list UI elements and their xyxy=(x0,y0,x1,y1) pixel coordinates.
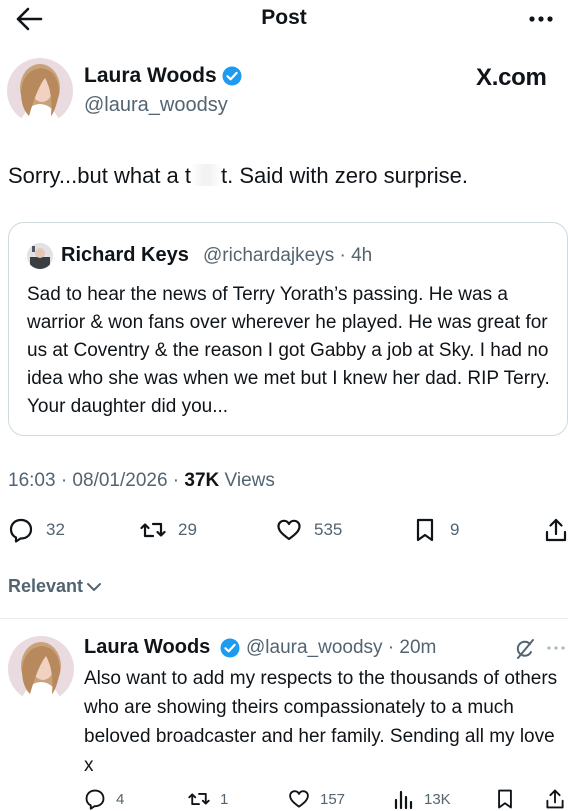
repost-button[interactable]: 29 xyxy=(140,517,197,543)
share-icon xyxy=(544,517,568,543)
like-count: 535 xyxy=(314,520,343,539)
verified-badge-icon xyxy=(222,66,242,86)
reply-more-button[interactable] xyxy=(544,636,568,660)
chevron-down-icon xyxy=(85,578,103,596)
censored-blur xyxy=(191,164,222,186)
quoted-post-card[interactable]: Richard Keys @richardajkeys · 4h Sad to … xyxy=(8,222,568,436)
more-horizontal-icon xyxy=(529,16,553,22)
reply-repost-count: 1 xyxy=(220,790,229,808)
reply-author-avatar[interactable] xyxy=(8,636,74,702)
repost-icon xyxy=(140,517,166,543)
reply-reply-button[interactable]: 4 xyxy=(84,788,124,810)
reply-author-handle[interactable]: @laura_woodsy · 20m xyxy=(246,637,436,659)
grok-icon[interactable] xyxy=(514,638,536,660)
more-options-button[interactable] xyxy=(524,6,558,32)
author-avatar[interactable] xyxy=(7,58,73,124)
quoted-author-avatar[interactable] xyxy=(27,243,53,269)
sort-label: Relevant xyxy=(8,576,84,596)
post-datetime[interactable]: 16:03 · 08/01/2026 · xyxy=(8,470,184,491)
like-button[interactable]: 535 xyxy=(276,517,342,543)
bookmark-button[interactable]: 9 xyxy=(412,517,459,543)
post-timestamp-views: 16:03 · 08/01/2026 · 37K Views xyxy=(8,470,275,492)
reply-like-count: 157 xyxy=(320,790,346,808)
quoted-post-text: Sad to hear the news of Terry Yorath’s p… xyxy=(27,284,550,417)
post-text-start: Sorry...but what a t xyxy=(8,163,192,188)
author-handle[interactable]: @laura_woodsy xyxy=(84,94,228,117)
sort-replies-dropdown[interactable]: Relevant xyxy=(8,576,103,597)
section-divider xyxy=(0,618,568,619)
reply-views-button[interactable]: 13K xyxy=(392,788,451,810)
verified-badge-icon xyxy=(220,638,240,658)
heart-icon xyxy=(288,788,310,810)
views-count: 37K xyxy=(184,470,220,491)
quoted-author-name[interactable]: Richard Keys xyxy=(61,244,189,267)
reply-author-name[interactable]: Laura Woods xyxy=(84,636,210,659)
author-name[interactable]: Laura Woods xyxy=(84,64,217,88)
bookmark-icon xyxy=(494,788,516,810)
reply-icon xyxy=(8,517,34,543)
reply-views-count: 13K xyxy=(424,790,451,808)
bookmark-icon xyxy=(412,517,438,543)
repost-count: 29 xyxy=(178,520,197,539)
reply-repost-button[interactable]: 1 xyxy=(188,788,228,810)
heart-icon xyxy=(276,517,302,543)
share-button[interactable] xyxy=(544,517,568,543)
quoted-author-handle[interactable]: @richardajkeys · 4h xyxy=(203,245,372,267)
reply-like-button[interactable]: 157 xyxy=(288,788,345,810)
post-text: Sorry...but what a t t. Said with zero su… xyxy=(8,162,468,190)
reply-share-button[interactable] xyxy=(544,788,566,810)
reply-reply-count: 4 xyxy=(116,790,125,808)
analytics-icon xyxy=(392,788,414,810)
repost-icon xyxy=(188,788,210,810)
reply-icon xyxy=(84,788,106,810)
page-title: Post xyxy=(261,6,307,29)
share-icon xyxy=(544,788,566,810)
reply-bookmark-button[interactable] xyxy=(494,788,516,810)
post-text-end: t. Said with zero surprise. xyxy=(221,163,468,188)
views-label: Views xyxy=(219,470,275,491)
reply-button[interactable]: 32 xyxy=(8,517,65,543)
x-com-watermark: X.com xyxy=(476,64,547,91)
reply-text: Also want to add my respects to the thou… xyxy=(84,668,558,776)
reply-count: 32 xyxy=(46,520,65,539)
bookmark-count: 9 xyxy=(450,520,460,539)
